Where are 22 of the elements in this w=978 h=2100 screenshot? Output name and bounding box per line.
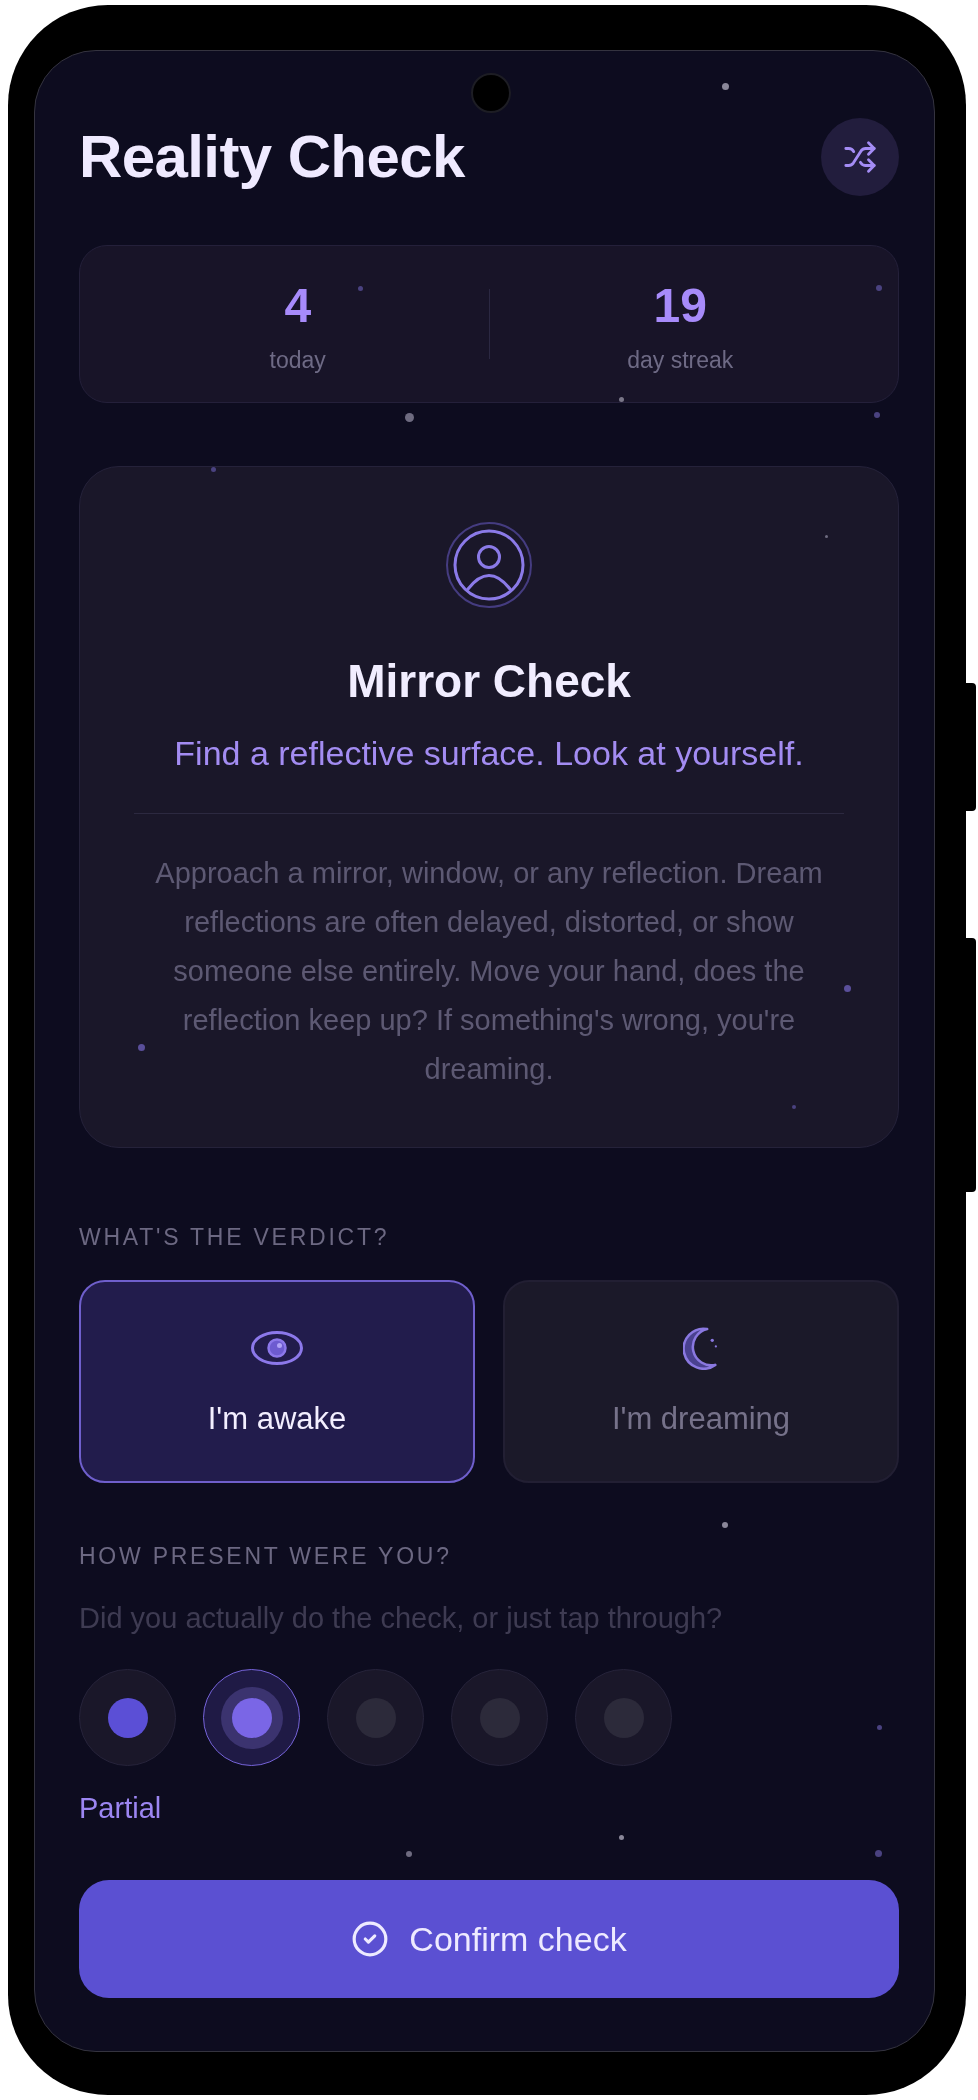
check-description: Approach a mirror, window, or any reflection. Dream reflections are often delayed, distorted, or show someone else entirely. Move your hand, does the reflection keep up? If something's wrong, you're dreaming.	[154, 856, 824, 1087]
eye-icon	[251, 1331, 303, 1365]
stat-label: today	[269, 346, 326, 374]
stat-label: day streak	[627, 346, 734, 374]
side-button[interactable]	[966, 683, 976, 811]
person-in-circle-icon	[446, 522, 532, 608]
check-circle-icon	[351, 1920, 390, 1958]
section-heading: HOW PRESENT WERE YOU?	[79, 1542, 452, 1570]
front-camera-icon	[471, 73, 511, 113]
shuffle-icon	[843, 140, 877, 174]
section-heading: WHAT'S THE VERDICT?	[79, 1223, 390, 1251]
app-title: Reality Check	[79, 127, 465, 187]
verdict-option-button[interactable]: I'm dreaming	[503, 1280, 899, 1483]
confirm-button[interactable]: Confirm check	[79, 1880, 899, 1998]
stat-value: 19	[653, 282, 707, 330]
check-title: Mirror Check	[347, 654, 631, 709]
side-button[interactable]	[966, 938, 976, 1192]
presence-value-label: Partial	[79, 1791, 162, 1826]
verdict-option-button[interactable]: I'm awake	[79, 1280, 475, 1483]
check-subtitle: Find a reflective surface. Look at yourself.	[174, 733, 804, 773]
crescent-moon-icon	[683, 1326, 719, 1370]
stat-value: 4	[284, 282, 312, 330]
